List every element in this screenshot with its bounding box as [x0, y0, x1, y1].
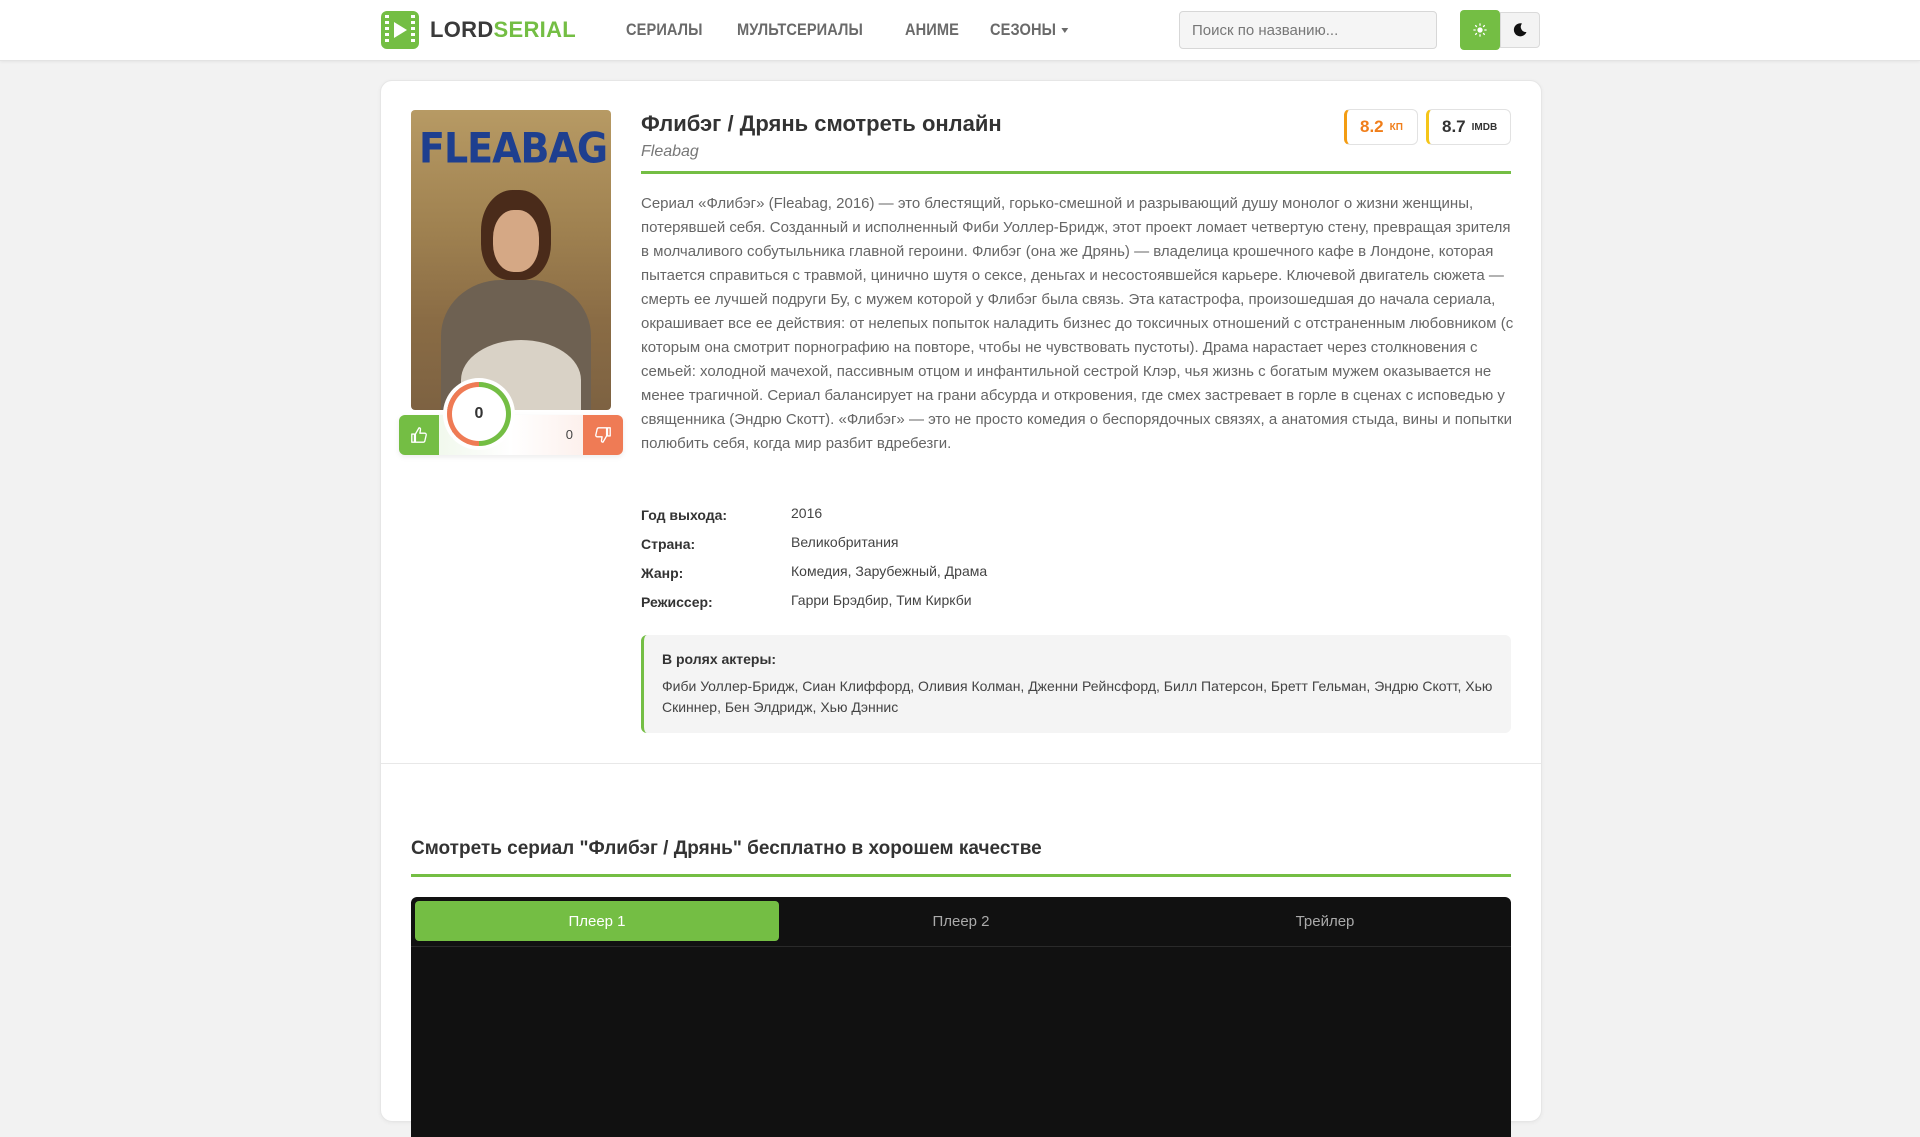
nav-seasons-dropdown[interactable]: СЕЗОНЫ — [990, 20, 1069, 40]
poster-title: FLEABAG — [419, 123, 608, 173]
thumbs-up-icon — [411, 427, 427, 443]
chevron-down-icon — [1061, 28, 1069, 34]
nav-anime[interactable]: АНИМЕ — [905, 20, 959, 40]
search-input[interactable] — [1179, 11, 1437, 49]
show-card: FLEABAG 0 0 Флибэг / Дрянь смотреть онла… — [380, 80, 1542, 1137]
fact-label: Год выхода: — [641, 507, 728, 523]
main-nav: СЕРИАЛЫ МУЛЬТСЕРИАЛЫ АНИМЕ СЕЗОНЫ — [626, 0, 1103, 60]
top-navbar: LORDSERIAL СЕРИАЛЫ МУЛЬТСЕРИАЛЫ АНИМЕ СЕ… — [0, 0, 1920, 61]
show-poster: FLEABAG — [411, 110, 611, 410]
player-tabs: Плеер 1 Плеер 2 Трейлер — [415, 901, 1507, 941]
watch-title-underline — [411, 874, 1511, 877]
dislike-count: 0 — [565, 427, 573, 442]
fact-value: Гарри Брэдбир, Тим Киркби — [791, 592, 972, 608]
score-value: 0 — [452, 387, 506, 441]
fact-value: Великобритания — [791, 534, 899, 550]
kp-rating-value: 8.2 — [1360, 117, 1384, 136]
cast-label: В ролях актеры: — [662, 651, 777, 667]
sun-icon — [1473, 23, 1487, 37]
tab-player-1[interactable]: Плеер 1 — [415, 901, 779, 941]
original-title: Fleabag — [641, 143, 699, 160]
imdb-rating-badge: 8.7 IMDB — [1426, 109, 1511, 145]
fact-label: Жанр: — [641, 565, 684, 581]
moon-icon — [1513, 23, 1527, 37]
kinopoisk-rating-badge: 8.2 КП — [1344, 109, 1418, 145]
rating-bar: 0 0 — [399, 415, 623, 455]
title-underline — [641, 171, 1511, 174]
cast-box: В ролях актеры: Фиби Уоллер-Бридж, Сиан … — [641, 635, 1511, 733]
kp-rating-label: КП — [1389, 121, 1403, 133]
poster-face — [493, 210, 539, 272]
thumbs-down-icon — [595, 427, 611, 443]
dislike-button[interactable] — [583, 415, 623, 455]
section-divider — [381, 763, 1541, 764]
fact-value: 2016 — [791, 505, 823, 521]
tab-trailer[interactable]: Трейлер — [1143, 901, 1507, 941]
logo-text: LORDSERIAL — [430, 17, 577, 42]
player-tabs-divider — [411, 946, 1511, 947]
imdb-rating-label: IMDB — [1471, 121, 1498, 133]
play-icon — [381, 11, 419, 49]
cast-list: Фиби Уоллер-Бридж, Сиан Клиффорд, Оливия… — [662, 678, 1493, 715]
nav-cartoons[interactable]: МУЛЬТСЕРИАЛЫ — [737, 20, 863, 40]
show-title: Флибэг / Дрянь смотреть онлайн — [641, 111, 1002, 136]
fact-value: Комедия, Зарубежный, Драма — [791, 563, 988, 579]
imdb-rating-value: 8.7 — [1442, 117, 1466, 136]
dark-theme-button[interactable] — [1500, 12, 1540, 48]
light-theme-button[interactable] — [1460, 10, 1500, 50]
score-ring: 0 — [447, 382, 511, 446]
nav-seasons-label: СЕЗОНЫ — [990, 20, 1057, 39]
video-player[interactable]: Плеер 1 Плеер 2 Трейлер — [411, 897, 1511, 1137]
show-description: Сериал «Флибэг» (Fleabag, 2016) — это бл… — [641, 195, 1514, 452]
nav-serials[interactable]: СЕРИАЛЫ — [626, 20, 702, 40]
fact-label: Режиссер: — [641, 594, 713, 610]
site-logo[interactable]: LORDSERIAL — [381, 11, 576, 49]
watch-section-title: Смотреть сериал "Флибэг / Дрянь" бесплат… — [411, 838, 1042, 859]
tab-player-2[interactable]: Плеер 2 — [779, 901, 1143, 941]
like-button[interactable] — [399, 415, 439, 455]
fact-label: Страна: — [641, 536, 696, 552]
